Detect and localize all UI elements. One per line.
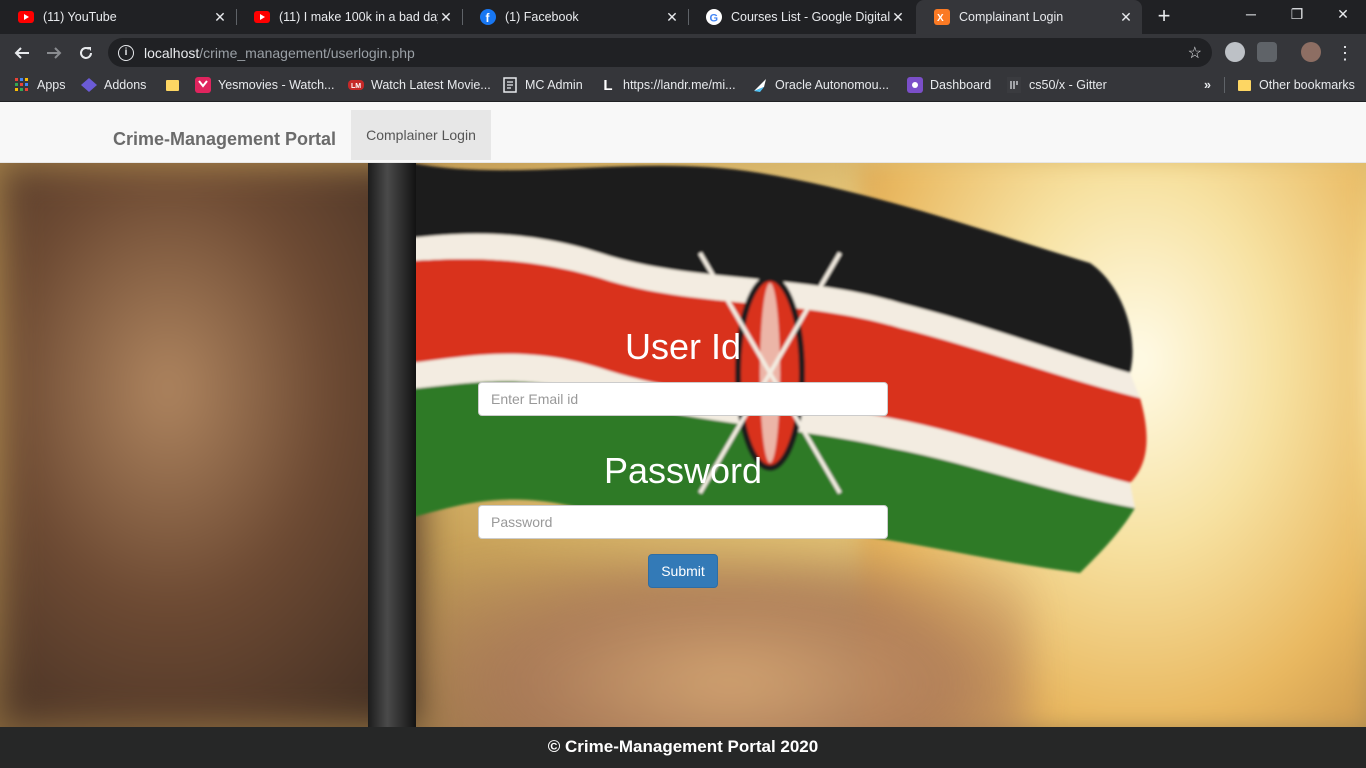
reload-button[interactable]	[72, 39, 100, 67]
bookmark-yesmovies[interactable]: Yesmovies - Watch...	[195, 71, 334, 99]
close-window-button[interactable]: ✕	[1320, 0, 1366, 30]
apps-grid-icon	[14, 77, 30, 93]
back-button[interactable]	[8, 39, 36, 67]
folder-icon	[1236, 77, 1252, 93]
bookmark-label: Dashboard	[930, 78, 992, 92]
bookmark-other[interactable]: Other bookmarks	[1236, 71, 1355, 99]
oracle-icon	[752, 77, 768, 93]
facebook-icon: f	[480, 9, 496, 25]
close-tab-icon[interactable]: ✕	[664, 9, 680, 26]
hero-background: User Id Password Submit	[0, 163, 1366, 727]
tab-title: Complainant Login	[959, 10, 1064, 24]
bookmarks-divider	[1224, 77, 1225, 93]
url-text: localhost/crime_management/userlogin.php	[144, 44, 415, 61]
tab-complainant-login[interactable]: X Complainant Login ✕	[916, 0, 1142, 34]
xampp-icon: X	[934, 9, 950, 25]
forward-button[interactable]	[40, 39, 68, 67]
tab-title: (11) I make 100k in a bad day -	[279, 10, 438, 24]
gitter-icon	[1006, 77, 1022, 93]
restore-button[interactable]: ❐	[1274, 0, 1320, 30]
youtube-icon	[254, 9, 270, 25]
close-tab-icon[interactable]: ✕	[890, 9, 906, 26]
bookmark-folder[interactable]	[164, 71, 187, 99]
site-brand-link[interactable]: Crime-Management Portal	[113, 129, 336, 150]
landr-icon: L	[603, 76, 613, 94]
site-footer: © Crime-Management Portal 2020	[0, 727, 1366, 768]
folder-icon	[164, 77, 180, 93]
dashboard-icon	[907, 77, 923, 93]
bookmark-landr[interactable]: L https://landr.me/mi...	[600, 71, 736, 99]
bookmark-apps[interactable]: Apps	[14, 71, 66, 99]
tab-google-courses[interactable]: G Courses List - Google Digital Sk ✕	[688, 0, 914, 34]
bookmark-label: Watch Latest Movie...	[371, 78, 491, 92]
nav-complainer-login[interactable]: Complainer Login	[351, 110, 491, 160]
addons-icon	[81, 77, 97, 93]
menu-kebab-icon[interactable]: ⋮	[1331, 39, 1359, 67]
lock-extension-icon[interactable]	[1257, 42, 1277, 62]
bookmarks-overflow-button[interactable]: »	[1204, 71, 1211, 99]
minimize-button[interactable]: ─	[1228, 0, 1274, 30]
bookmark-mc-admin[interactable]: MC Admin	[502, 71, 583, 99]
tab-youtube-video[interactable]: (11) I make 100k in a bad day - ✕	[236, 0, 462, 34]
web-page: Crime-Management Portal Complainer Login	[0, 102, 1366, 768]
tab-youtube[interactable]: (11) YouTube ✕	[0, 0, 236, 34]
bookmark-watch-movies[interactable]: LM Watch Latest Movie...	[348, 71, 491, 99]
userid-label: User Id	[624, 326, 742, 367]
google-icon: G	[706, 9, 722, 25]
extension-icon[interactable]	[1225, 42, 1245, 62]
bookmark-label: cs50/x - Gitter	[1029, 78, 1107, 92]
close-tab-icon[interactable]: ✕	[1118, 9, 1134, 26]
email-field[interactable]	[478, 382, 888, 416]
bookmark-dashboard[interactable]: Dashboard	[907, 71, 991, 99]
bookmark-label: MC Admin	[525, 78, 583, 92]
submit-button[interactable]: Submit	[648, 554, 718, 588]
kenya-flag-image	[410, 163, 1147, 573]
youtube-icon	[18, 9, 34, 25]
tab-strip: (11) YouTube ✕ (11) I make 100k in a bad…	[0, 0, 1366, 34]
profile-avatar[interactable]	[1301, 42, 1321, 62]
bookmark-label: Oracle Autonomou...	[775, 78, 889, 92]
tab-title: (1) Facebook	[505, 10, 579, 24]
svg-text:LM: LM	[351, 83, 361, 90]
tab-title: (11) YouTube	[43, 10, 117, 24]
flag-pole	[368, 163, 416, 727]
bookmark-star-icon[interactable]: ☆	[1188, 43, 1202, 63]
browser-toolbar: i localhost/crime_management/userlogin.p…	[0, 34, 1366, 71]
bookmark-addons[interactable]: Addons	[81, 71, 146, 99]
bookmark-label: https://landr.me/mi...	[623, 78, 736, 92]
page-icon	[502, 77, 518, 93]
close-tab-icon[interactable]: ✕	[212, 9, 228, 26]
svg-text:G: G	[710, 13, 719, 25]
movie-icon: LM	[348, 77, 364, 93]
close-tab-icon[interactable]: ✕	[438, 9, 454, 26]
site-info-icon[interactable]: i	[118, 44, 134, 61]
svg-text:X: X	[937, 13, 944, 24]
bookmark-label: Addons	[104, 78, 147, 92]
reload-icon	[80, 47, 92, 59]
yesmovies-icon	[195, 77, 211, 93]
bookmark-label: Apps	[37, 78, 66, 92]
address-bar[interactable]: i localhost/crime_management/userlogin.p…	[108, 38, 1212, 67]
bookmark-label: Yesmovies - Watch...	[218, 78, 335, 92]
password-label: Password	[603, 450, 763, 491]
forward-arrow-icon	[47, 47, 62, 59]
bookmark-label: Other bookmarks	[1259, 78, 1355, 92]
tab-facebook[interactable]: f (1) Facebook ✕	[462, 0, 688, 34]
password-field[interactable]	[478, 505, 888, 539]
new-tab-button[interactable]: +	[1152, 5, 1176, 29]
bookmarks-bar: Apps Addons Yesmovies - Watch... LM Watc…	[0, 71, 1366, 102]
site-navbar: Crime-Management Portal Complainer Login	[0, 102, 1366, 163]
tab-title: Courses List - Google Digital Sk	[731, 10, 890, 24]
back-arrow-icon	[14, 47, 29, 59]
bookmark-oracle[interactable]: Oracle Autonomou...	[752, 71, 889, 99]
bookmark-gitter[interactable]: cs50/x - Gitter	[1006, 71, 1107, 99]
